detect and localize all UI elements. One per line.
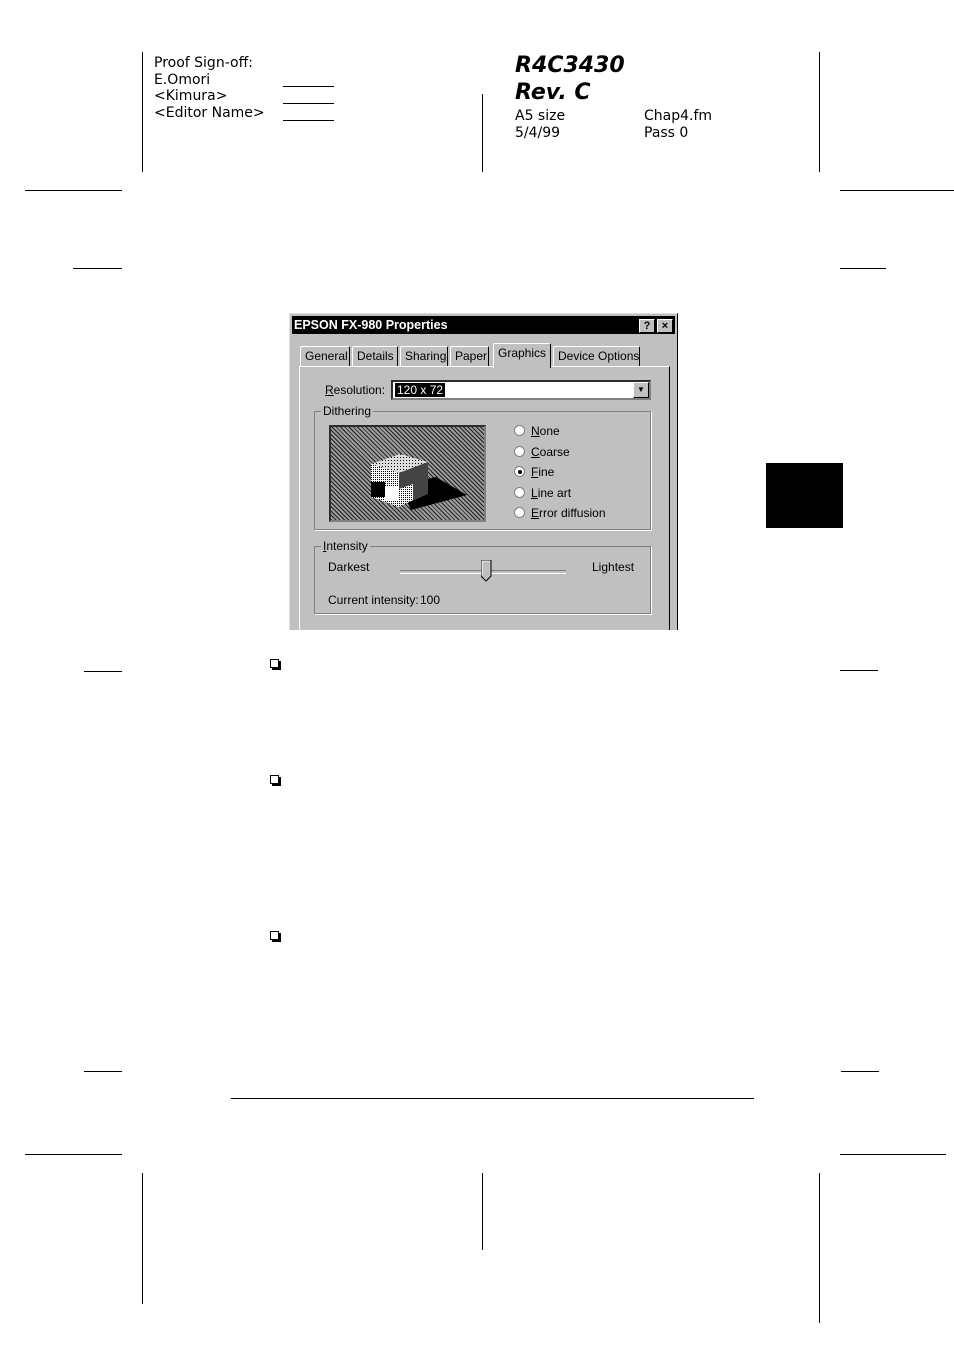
dithering-option-error-diffusion[interactable]: Error diffusion <box>514 506 606 520</box>
dialog-titlebar: EPSON FX-980 Properties ? × <box>292 316 675 334</box>
doc-rev: Rev. C <box>515 80 591 105</box>
signature-blank <box>283 103 334 104</box>
resolution-label-text: esolution: <box>333 383 386 397</box>
radio-selected-icon <box>514 466 525 477</box>
tab-paper[interactable]: Paper <box>450 346 489 366</box>
crop-mark <box>819 1173 820 1323</box>
checkbox-bullet-icon <box>270 659 279 668</box>
dithering-label: Dithering <box>321 404 374 418</box>
proof-title: Proof Sign-off: <box>154 55 253 71</box>
resolution-label: Resolution: <box>325 383 385 397</box>
proof-name: <Editor Name> <box>154 104 265 121</box>
doc-code: R4C3430 Rev. C <box>515 52 625 106</box>
dithering-mnemonic: L <box>531 486 538 500</box>
doc-id: R4C3430 <box>515 53 625 78</box>
dithering-option-fine[interactable]: Fine <box>514 465 554 479</box>
crop-mark <box>482 1173 483 1250</box>
dithering-mnemonic: C <box>531 445 540 459</box>
resolution-select[interactable]: 120 x 72 ▼ <box>391 380 651 400</box>
cube-preview-icon <box>371 454 467 510</box>
crop-mark <box>73 268 122 269</box>
crop-mark <box>819 52 820 172</box>
crop-mark <box>482 94 483 172</box>
crop-mark <box>25 1154 122 1155</box>
lightest-label: Lightest <box>592 560 635 574</box>
darkest-label: Darkest <box>328 560 370 574</box>
proof-name: <Kimura> <box>154 88 228 104</box>
intensity-slider-thumb[interactable] <box>481 560 492 582</box>
close-icon[interactable]: × <box>657 319 673 333</box>
intensity-label: Intensity <box>321 539 370 553</box>
help-icon[interactable]: ? <box>639 319 655 333</box>
properties-dialog: EPSON FX-980 Properties ? × General Deta… <box>289 313 678 630</box>
resolution-value: 120 x 72 <box>395 383 446 397</box>
dithering-preview <box>329 425 486 522</box>
dithering-mnemonic: N <box>531 424 540 438</box>
dithering-option-label: ine <box>538 465 555 479</box>
signature-blank <box>283 86 334 87</box>
dialog-title: EPSON FX-980 Properties <box>294 318 448 332</box>
dithering-option-label: ine art <box>537 486 572 500</box>
chapter-thumb-tab <box>766 463 843 528</box>
current-intensity-value: 100 <box>420 593 441 607</box>
dithering-option-label: oarse <box>539 445 570 459</box>
tab-graphics[interactable]: Graphics <box>493 343 551 368</box>
radio-icon <box>514 507 525 518</box>
proof-signoff: Proof Sign-off: E.Omori <Kimura> <Editor… <box>154 55 265 121</box>
crop-mark <box>25 190 122 191</box>
intensity-label-text: ntensity <box>326 539 368 553</box>
crop-mark <box>840 1154 946 1155</box>
crop-mark <box>840 190 954 191</box>
checkbox-bullet-icon <box>270 931 279 940</box>
dithering-option-label: rror diffusion <box>539 506 606 520</box>
dithering-mnemonic: E <box>531 506 540 520</box>
current-intensity-label: Current intensity: <box>328 593 419 607</box>
radio-icon <box>514 446 525 457</box>
crop-mark <box>142 52 143 172</box>
signature-blank <box>283 120 334 121</box>
crop-mark <box>142 1173 143 1304</box>
dithering-option-none[interactable]: None <box>514 424 560 438</box>
dropdown-arrow-icon[interactable]: ▼ <box>633 382 649 398</box>
crop-mark <box>840 670 878 671</box>
crop-mark <box>84 671 122 672</box>
checkbox-bullet-icon <box>270 775 279 784</box>
proof-name: E.Omori <box>154 71 211 88</box>
crop-mark <box>841 1071 879 1072</box>
tab-device-options[interactable]: Device Options <box>553 346 640 366</box>
doc-size: A5 size <box>515 108 566 124</box>
dithering-option-coarse[interactable]: Coarse <box>514 445 570 459</box>
dithering-option-label: one <box>539 424 560 438</box>
radio-icon <box>514 425 525 436</box>
doc-pass: Pass 0 <box>644 125 689 141</box>
tab-general[interactable]: General <box>300 346 350 366</box>
tab-sharing[interactable]: Sharing <box>400 346 448 366</box>
radio-icon <box>514 487 525 498</box>
dithering-option-line-art[interactable]: Line art <box>514 486 571 500</box>
crop-mark <box>84 1071 122 1072</box>
doc-file: Chap4.fm <box>644 108 713 124</box>
doc-date: 5/4/99 <box>515 125 561 141</box>
tab-details[interactable]: Details <box>352 346 398 366</box>
footer-rule <box>231 1098 754 1099</box>
resolution-mnemonic: R <box>325 383 334 397</box>
crop-mark <box>840 268 886 269</box>
